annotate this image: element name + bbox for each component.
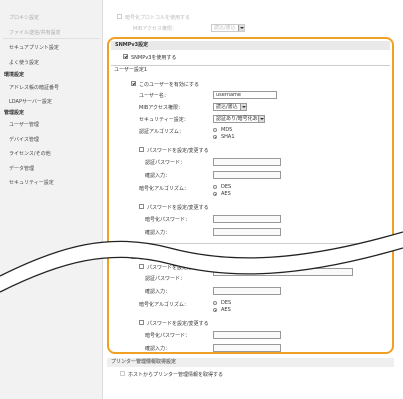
sidebar-divider <box>3 38 100 39</box>
faded-checkbox[interactable] <box>117 14 122 19</box>
user1-enc-pw-label: 暗号化パスワード： <box>145 217 191 223</box>
user2-enc-des-radio[interactable] <box>213 301 217 305</box>
user2-enable-checkbox[interactable] <box>131 254 136 259</box>
sidebar-heading-environment: 環境設定 <box>4 72 25 78</box>
sidebar-item-favorites[interactable]: よく使う設定 <box>9 59 39 66</box>
sidebar-item-file-send[interactable]: ファイル送信/共有設定 <box>9 29 61 36</box>
user2-enc-pw-check-label: パスワードを設定/変更する <box>147 321 209 327</box>
sidebar-item-ldap[interactable]: LDAPサーバー設定 <box>9 98 52 105</box>
user1-auth-algo-label: 認証アルゴリズム： <box>139 129 184 135</box>
snmpv3-enable-label: SNMPv3を使用する <box>131 55 177 61</box>
user2-enc-des-label: DES <box>221 300 232 306</box>
user1-username-label: ユーザー名： <box>139 93 169 99</box>
sidebar-item-proxy[interactable]: プロキシ設定 <box>9 14 39 21</box>
user1-auth-pw-label: 認証パスワード： <box>145 160 186 166</box>
sidebar-item-data-mgmt[interactable]: データ管理 <box>9 165 34 172</box>
faded-encryption-label: 暗号化プロトコルを使用する <box>125 15 191 21</box>
user1-enable-checkbox[interactable] <box>131 81 136 86</box>
user2-enc-pw-checkbox[interactable] <box>139 320 144 325</box>
user2-enc-confirm-input[interactable] <box>213 344 281 352</box>
user1-auth-md5-radio[interactable] <box>213 128 217 132</box>
printer-mgmt-title: プリンター管理情報取得設定 <box>107 358 394 367</box>
user2-auth-pw-checkbox[interactable] <box>139 264 144 269</box>
user1-auth-sha1-label: SHA1 <box>221 134 235 140</box>
user1-enc-confirm-input[interactable] <box>213 228 281 236</box>
user1-enc-pw-input[interactable] <box>213 215 281 223</box>
sidebar-item-security[interactable]: セキュリティー設定 <box>9 179 54 186</box>
user2-auth-pw-label: 認証パスワード： <box>145 276 186 282</box>
sidebar-item-user-mgmt[interactable]: ユーザー管理 <box>9 121 39 128</box>
sidebar-heading-management: 管理設定 <box>4 110 25 116</box>
user2-auth-confirm-label: 確認入力： <box>145 289 171 295</box>
user2-auth-pw-check-label: パスワードを設定/変更する <box>147 265 209 271</box>
user1-auth-pw-checkbox[interactable] <box>139 147 144 152</box>
sidebar: プロキシ設定 ファイル送信/共有設定 セキュアプリント設定 よく使う設定 環境設… <box>0 0 103 399</box>
sidebar-item-secure-print[interactable]: セキュアプリント設定 <box>9 44 59 51</box>
user1-enable-label: このユーザーを有効にする <box>139 82 199 88</box>
user1-mib-select[interactable]: 読込/書込 <box>213 103 247 111</box>
user2-enc-algo-label: 暗号化アルゴリズム： <box>139 302 189 308</box>
sidebar-item-license[interactable]: ライセンス/その他 <box>9 150 51 157</box>
user2-auth-confirm-input[interactable] <box>213 287 281 295</box>
user1-auth-pw-input[interactable] <box>213 158 281 166</box>
snmpv3-section-title: SNMPv3設定 <box>111 41 390 50</box>
printer-mgmt-checkbox[interactable] <box>120 371 125 376</box>
snmpv3-enable-checkbox[interactable] <box>123 54 128 59</box>
user1-auth-sha1-radio[interactable] <box>213 135 217 139</box>
user2-enable-label: このユーザーを有効にする <box>139 255 199 261</box>
user1-enc-confirm-label: 確認入力： <box>145 230 171 236</box>
user1-enc-des-label: DES <box>221 184 232 190</box>
user2-enc-confirm-label: 確認入力： <box>145 346 171 352</box>
printer-mgmt-label: ホストからプリンター管理情報を取得する <box>128 372 224 378</box>
user1-enc-aes-label: AES <box>221 191 231 197</box>
user1-auth-confirm-label: 確認入力： <box>145 173 171 179</box>
user1-title: ユーザー設定1 <box>111 65 390 73</box>
snmpv3-panel: SNMPv3設定 SNMPv3を使用する ユーザー設定1 このユーザーを有効にす… <box>107 37 394 354</box>
sidebar-item-addressbook-pin[interactable]: アドレス帳の暗証番号 <box>9 84 59 91</box>
user1-enc-pw-checkbox[interactable] <box>139 204 144 209</box>
user1-auth-pw-check-label: パスワードを設定/変更する <box>147 148 209 154</box>
faded-mib-label: MIBアクセス権限： <box>133 26 177 32</box>
user1-mib-label: MIBアクセス権限： <box>139 105 183 111</box>
user1-auth-md5-label: MD5 <box>221 127 233 133</box>
sidebar-item-device-mgmt[interactable]: デバイス管理 <box>9 136 39 143</box>
faded-mib-select[interactable]: 読込/書込 <box>211 24 245 32</box>
user1-username-input[interactable] <box>213 91 277 99</box>
user1-security-label: セキュリティー設定： <box>139 117 189 123</box>
user2-enc-aes-radio[interactable] <box>213 308 217 312</box>
user1-auth-confirm-input[interactable] <box>213 171 281 179</box>
user1-enc-algo-label: 暗号化アルゴリズム： <box>139 186 189 192</box>
user2-enc-pw-input[interactable] <box>213 331 281 339</box>
user2-top-input[interactable] <box>213 268 353 276</box>
user1-security-select[interactable]: 認証あり/暗号化あり <box>213 115 265 123</box>
user1-enc-pw-check-label: パスワードを設定/変更する <box>147 205 209 211</box>
user1-enc-des-radio[interactable] <box>213 185 217 189</box>
user2-title: ユーザー設定2 <box>111 243 390 251</box>
user2-enc-pw-label: 暗号化パスワード： <box>145 333 191 339</box>
user2-enc-aes-label: AES <box>221 307 231 313</box>
user1-enc-aes-radio[interactable] <box>213 192 217 196</box>
